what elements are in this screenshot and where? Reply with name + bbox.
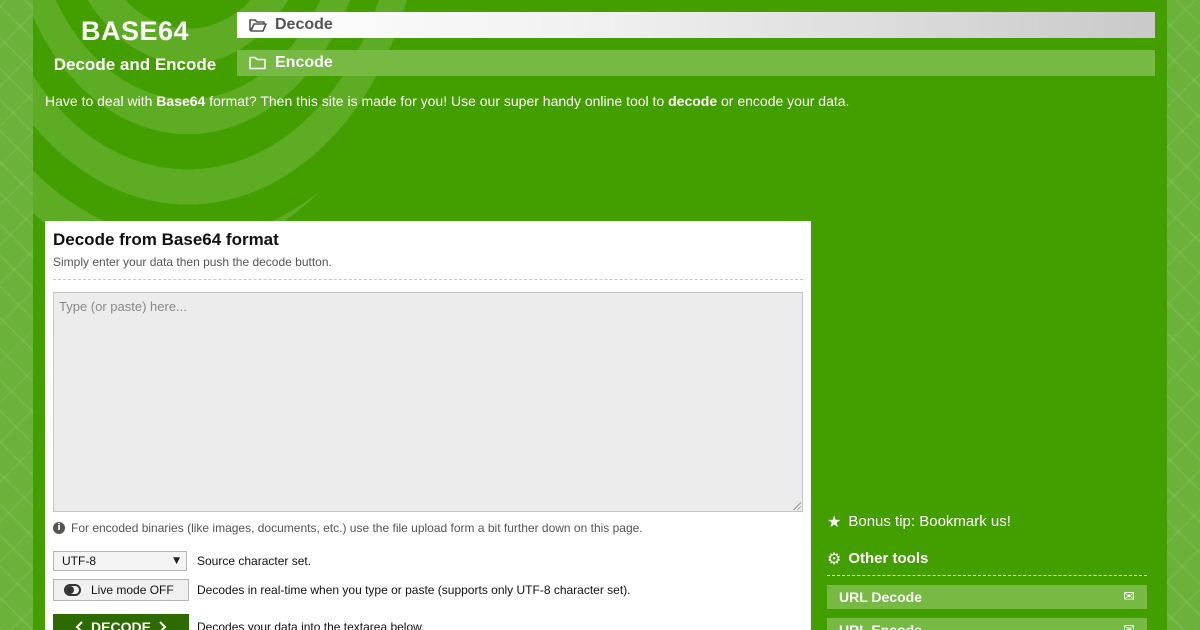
chevron-down-icon: ▼	[173, 556, 180, 566]
chevron-left-icon	[75, 621, 83, 630]
charset-value: UTF-8	[62, 554, 96, 568]
live-mode-row: Live mode OFF Decodes in real-time when …	[53, 579, 631, 601]
intro-text: Have to deal with Base64 format? Then th…	[45, 93, 850, 109]
decode-card: Decode from Base64 format Simply enter y…	[45, 221, 811, 630]
nav-decode-label: Decode	[275, 16, 333, 33]
toggle-icon	[64, 584, 81, 596]
brand-subtitle: Decode and Encode	[53, 55, 217, 74]
page-title: Decode from Base64 format	[53, 230, 279, 249]
nav-encode-label: Encode	[275, 54, 333, 71]
decode-button-label: DECODE	[91, 619, 151, 630]
decode-button[interactable]: DECODE	[53, 614, 189, 630]
other-tools-divider	[827, 575, 1147, 576]
other-tools-title: Other tools	[848, 550, 929, 567]
decode-row: DECODE Decodes your data into the textar…	[53, 614, 424, 630]
input-textarea[interactable]: Type (or paste) here...	[53, 292, 803, 512]
intro-bold-decode: decode	[668, 93, 718, 109]
folder-open-icon	[249, 19, 267, 32]
folder-icon	[249, 56, 266, 70]
charset-description: Source character set.	[197, 554, 312, 568]
envelope-open-icon: ✉	[1123, 589, 1135, 605]
info-note-text: For encoded binaries (like images, docum…	[71, 521, 643, 535]
live-mode-toggle[interactable]: Live mode OFF	[53, 579, 189, 601]
textarea-placeholder: Type (or paste) here...	[59, 299, 187, 314]
tool-label: URL Decode	[839, 589, 922, 605]
binary-info-note: i For encoded binaries (like images, doc…	[53, 521, 643, 535]
nav-decode[interactable]: Decode	[237, 12, 1155, 38]
star-icon: ★	[827, 512, 842, 531]
charset-row: UTF-8 ▼ Source character set.	[53, 550, 311, 572]
tool-url-decode[interactable]: URL Decode ✉	[827, 585, 1147, 609]
tool-url-encode[interactable]: URL Encode ✉	[827, 618, 1147, 630]
divider	[53, 279, 803, 280]
intro-bold-base64: Base64	[156, 93, 206, 109]
resize-handle[interactable]	[793, 502, 801, 510]
page-container: BASE64 Decode and Encode Decode Encode H…	[33, 0, 1167, 630]
page-subtitle: Simply enter your data then push the dec…	[53, 255, 332, 269]
bonus-tip[interactable]: ★ Bonus tip: Bookmark us!	[827, 512, 1011, 531]
brand-title: BASE64	[80, 16, 190, 46]
live-mode-label: Live mode OFF	[91, 583, 174, 597]
chevron-right-icon	[159, 621, 167, 630]
decode-description: Decodes your data into the textarea belo…	[197, 620, 425, 630]
envelope-icon: ✉	[1123, 622, 1135, 630]
live-mode-description: Decodes in real-time when you type or pa…	[197, 583, 631, 597]
tool-label: URL Encode	[839, 622, 922, 630]
gear-icon: ⚙	[827, 549, 842, 568]
other-tools-heading: ⚙ Other tools	[827, 549, 928, 568]
charset-select[interactable]: UTF-8 ▼	[53, 551, 187, 571]
info-icon: i	[53, 522, 65, 534]
bonus-tip-text: Bonus tip: Bookmark us!	[848, 513, 1011, 530]
nav-encode[interactable]: Encode	[237, 50, 1155, 76]
